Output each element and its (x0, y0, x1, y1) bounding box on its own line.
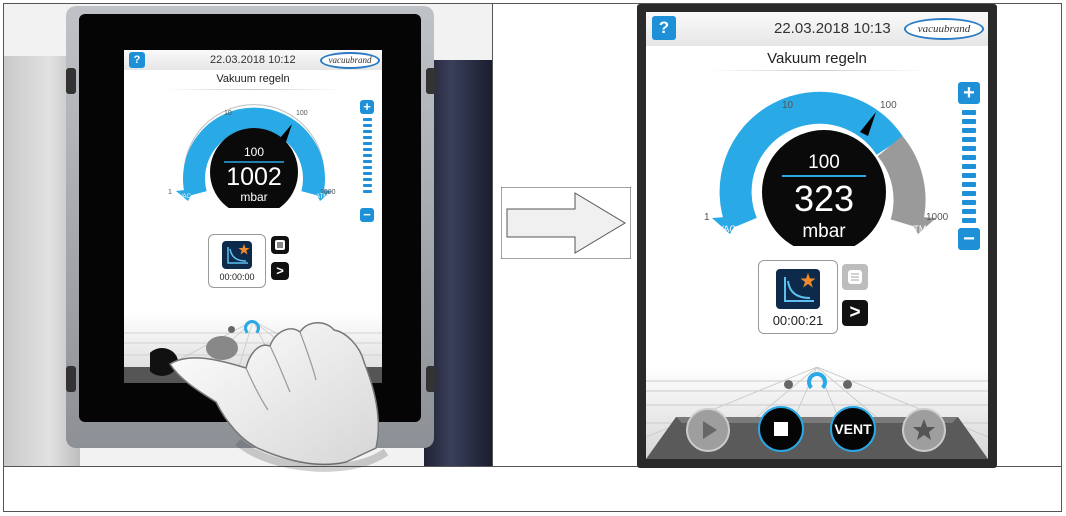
level-bar (363, 178, 372, 181)
pressure-value: 1002 (226, 163, 282, 191)
tick-label-1000: 1000 (926, 212, 948, 223)
gauge-arc-atmosphere (877, 135, 926, 229)
atm-label: ATM (316, 194, 328, 200)
level-bar (962, 155, 976, 160)
vacuubrand-logo: vacuubrand (320, 52, 380, 69)
tick-label-100: 100 (296, 110, 308, 117)
level-bar (363, 136, 372, 139)
level-bar (962, 209, 976, 214)
tick-label-10: 10 (782, 100, 794, 111)
help-button[interactable]: ? (652, 16, 676, 40)
level-bar (363, 190, 372, 193)
level-bar (962, 218, 976, 223)
vac-label: VAC (718, 224, 736, 234)
right-display: ? 22.03.2018 10:13 vacuubrand Vakuum reg… (646, 12, 988, 459)
list-icon (848, 270, 862, 284)
level-bar (962, 164, 976, 169)
level-bar (363, 130, 372, 133)
stop-icon (774, 422, 788, 436)
increase-button[interactable]: + (360, 100, 374, 114)
title-underline (706, 70, 928, 71)
level-bar (962, 146, 976, 151)
list-button[interactable] (271, 236, 289, 254)
title-underline (164, 89, 342, 90)
pressure-gauge: 10 100 1 1000 VAC ATM 100 323 mbar (704, 91, 948, 246)
level-bar (962, 182, 976, 187)
program-timer: 00:00:00 (219, 272, 255, 282)
hand-gesture-icon (150, 322, 389, 472)
bezel-screw (66, 68, 76, 94)
page-title: Vakuum regeln (767, 50, 867, 67)
list-icon (275, 240, 285, 250)
next-button[interactable]: > (271, 262, 289, 280)
bezel-screw (426, 68, 436, 94)
next-button[interactable]: > (842, 300, 868, 326)
device-housing-right (424, 60, 492, 466)
tick-label-10: 10 (224, 110, 232, 117)
level-bar (363, 118, 372, 121)
star-icon (913, 419, 935, 440)
right-arrow-icon (501, 187, 631, 259)
level-bar (363, 160, 372, 163)
level-bar (962, 173, 976, 178)
level-bar (962, 119, 976, 124)
level-bar (363, 166, 372, 169)
start-button[interactable] (686, 408, 730, 452)
stop-button[interactable] (758, 406, 804, 452)
decrease-button[interactable]: − (958, 228, 980, 250)
program-tile[interactable]: 00:00:00 (208, 234, 266, 288)
vacuubrand-logo: vacuubrand (904, 18, 984, 40)
level-bar (363, 124, 372, 127)
vac-label: VAC (179, 194, 192, 200)
level-bar (962, 191, 976, 196)
setpoint-value: 100 (808, 152, 840, 173)
level-bar (363, 148, 372, 151)
program-tile[interactable]: 00:00:21 (758, 260, 838, 334)
page-dot[interactable] (784, 380, 793, 389)
level-bar (363, 142, 372, 145)
pressure-unit: mbar (240, 190, 267, 204)
figure-column-divider (492, 3, 493, 466)
bezel-screw (66, 366, 76, 392)
vent-button[interactable]: VENT (830, 406, 876, 452)
atm-label: ATM (908, 224, 926, 234)
status-bar: ? 22.03.2018 10:12 vacuubrand (124, 50, 382, 70)
increase-button[interactable]: + (958, 82, 980, 104)
tick-label-100: 100 (880, 100, 897, 111)
pressure-gauge: 10 100 1 1000 VAC ATM 100 1002 mbar (168, 104, 336, 208)
level-bar (962, 137, 976, 142)
list-button[interactable] (842, 264, 868, 290)
tick-label-1: 1 (704, 212, 710, 223)
level-bar (363, 154, 372, 157)
bezel-screw (426, 366, 436, 392)
level-bar (363, 172, 372, 175)
tick-label-1: 1 (168, 189, 172, 196)
page-title: Vakuum regeln (216, 73, 290, 85)
level-bar (962, 110, 976, 115)
page-indicator-active[interactable] (807, 372, 827, 392)
level-bar (962, 200, 976, 205)
program-chart-icon (776, 269, 820, 309)
setpoint-value: 100 (244, 145, 264, 159)
program-chart-icon (222, 241, 252, 269)
pressure-unit: mbar (802, 221, 846, 242)
help-button[interactable]: ? (129, 52, 145, 68)
level-bar (363, 184, 372, 187)
pressure-value: 323 (794, 178, 854, 219)
date-time: 22.03.2018 10:12 (210, 54, 296, 66)
program-timer: 00:00:21 (772, 313, 824, 328)
status-bar: ? 22.03.2018 10:13 vacuubrand (646, 12, 988, 46)
level-bar (962, 128, 976, 133)
date-time: 22.03.2018 10:13 (774, 20, 891, 37)
page-dot[interactable] (843, 380, 852, 389)
play-icon (703, 421, 717, 439)
favorite-button[interactable] (902, 408, 946, 452)
decrease-button[interactable]: − (360, 208, 374, 222)
